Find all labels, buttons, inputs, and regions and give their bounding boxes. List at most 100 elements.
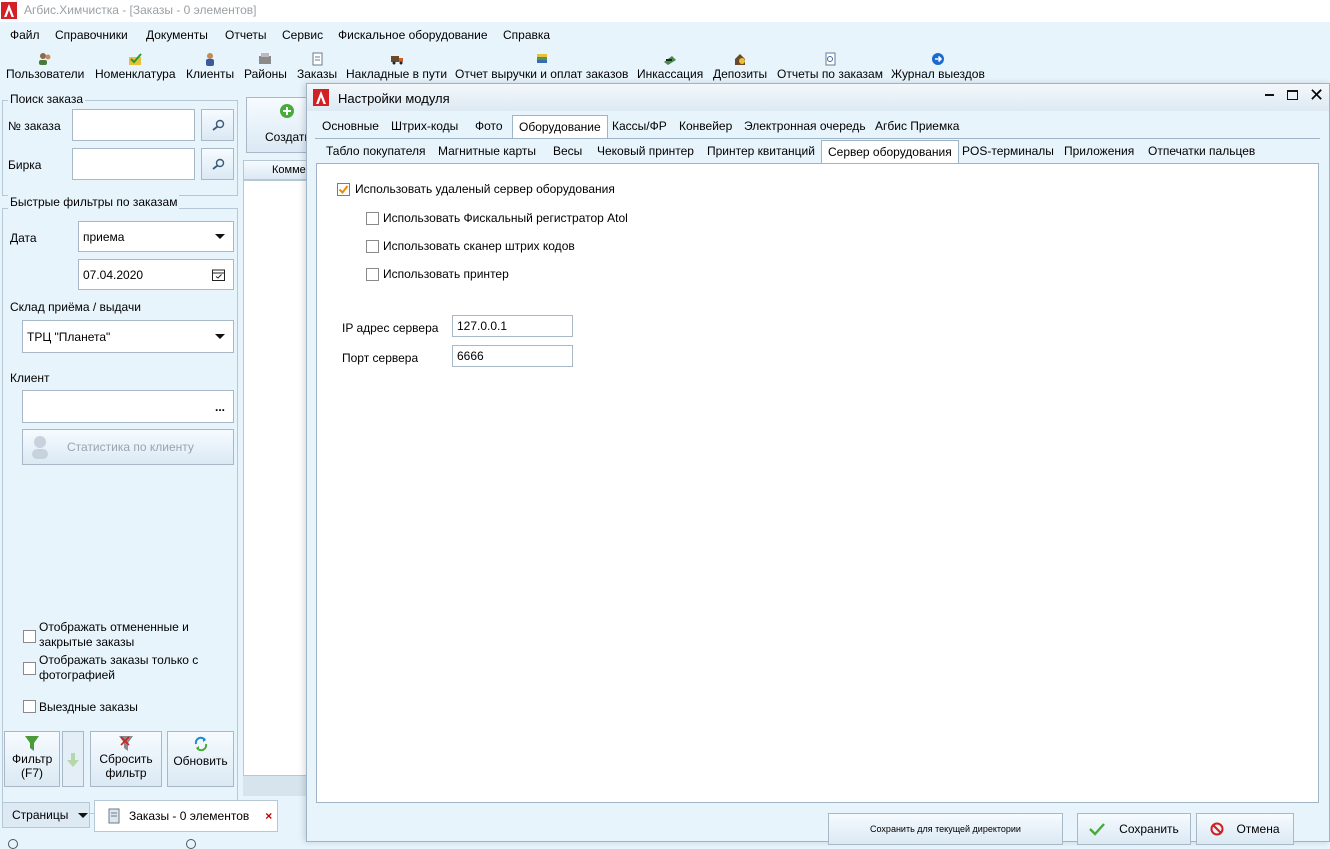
client-more-button[interactable]: ... xyxy=(215,400,225,414)
close-icon[interactable]: ✕ xyxy=(1309,86,1324,104)
tab-agbis-reception[interactable]: Агбис Приемка xyxy=(875,119,959,133)
use-printer-checkbox[interactable] xyxy=(366,268,379,281)
toolbar-revenue-report-button[interactable]: Отчет выручки и оплат заказов xyxy=(455,48,628,86)
deposit-icon xyxy=(735,54,746,65)
toolbar-clients-button[interactable]: Клиенты xyxy=(186,48,234,86)
window-title: Агбис.Химчистка - [Заказы - 0 элементов] xyxy=(24,3,257,17)
toolbar-nomenclature-button[interactable]: Номенклатура xyxy=(95,48,176,86)
checkmark-icon xyxy=(1089,823,1106,836)
tab-photo[interactable]: Фото xyxy=(475,119,503,133)
use-scanner-checkbox[interactable] xyxy=(366,240,379,253)
chevron-down-icon xyxy=(78,812,89,818)
show-cancelled-label: Отображать отмененные и закрытые заказы xyxy=(39,620,189,649)
warehouse-select[interactable]: ТРЦ "Планета" xyxy=(22,320,234,353)
app-logo-icon xyxy=(313,89,329,106)
save-for-directory-button[interactable]: Сохранить для текущей директории xyxy=(828,813,1063,845)
tab-customer-display[interactable]: Табло покупателя xyxy=(326,144,426,158)
minimize-icon[interactable] xyxy=(1265,94,1274,96)
filter-down-button[interactable] xyxy=(62,731,84,787)
app-logo-icon xyxy=(1,2,17,19)
tab-electronic-queue[interactable]: Электронная очередь xyxy=(744,119,866,133)
tab-magnetic-cards[interactable]: Магнитные карты xyxy=(438,144,536,158)
tab-equipment-server[interactable]: Сервер оборудования xyxy=(821,140,959,164)
date-mode-select[interactable]: приема xyxy=(78,221,234,252)
funnel-icon xyxy=(25,736,39,751)
toolbar-orders-button[interactable]: Заказы xyxy=(297,48,337,86)
menu-service[interactable]: Сервис xyxy=(282,28,323,42)
grid-footer xyxy=(243,776,307,796)
toolbar-waybills-button[interactable]: Накладные в пути xyxy=(346,48,447,86)
tab-receipt-printer[interactable]: Чековый принтер xyxy=(597,144,694,158)
save-button[interactable]: Сохранить xyxy=(1077,813,1191,845)
use-remote-server-checkbox[interactable] xyxy=(337,183,350,196)
pages-dropdown[interactable]: Страницы xyxy=(2,802,90,828)
orders-list-area: Создать Комме xyxy=(243,88,311,798)
radio-option[interactable] xyxy=(186,839,196,849)
tag-search-button[interactable] xyxy=(201,148,234,180)
money-report-icon xyxy=(536,54,547,63)
menu-references[interactable]: Справочники xyxy=(55,28,128,42)
tab-cash-fr[interactable]: Кассы/ФР xyxy=(612,119,667,133)
server-port-input[interactable]: 6666 xyxy=(452,345,573,367)
tag-input[interactable] xyxy=(72,148,195,180)
order-number-input[interactable] xyxy=(72,109,195,141)
arrow-down-icon xyxy=(67,753,79,767)
field-orders-checkbox[interactable] xyxy=(23,700,36,713)
column-header-comment[interactable]: Комме xyxy=(243,160,307,180)
tab-orders[interactable]: Заказы - 0 элементов × xyxy=(94,800,278,832)
tab-fingerprints[interactable]: Отпечатки пальцев xyxy=(1148,144,1255,158)
quick-filters-title: Быстрые фильтры по заказам xyxy=(8,195,180,209)
nomenclature-icon xyxy=(129,53,143,65)
field-orders-label: Выездные заказы xyxy=(39,700,138,714)
server-ip-input[interactable]: 127.0.0.1 xyxy=(452,315,573,337)
menu-help[interactable]: Справка xyxy=(503,28,550,42)
maximize-icon[interactable] xyxy=(1287,90,1298,100)
tab-pos-terminals[interactable]: POS-терминалы xyxy=(962,144,1054,158)
create-order-button[interactable]: Создать xyxy=(246,97,311,153)
client-input[interactable]: ... xyxy=(22,390,234,423)
toolbar: Пользователи Номенклатура Клиенты Районы… xyxy=(0,48,1330,86)
orders-icon xyxy=(312,52,323,66)
tab-barcodes[interactable]: Штрих-коды xyxy=(391,119,458,133)
cancel-button[interactable]: Отмена xyxy=(1196,813,1294,845)
reset-filter-button[interactable]: Сбросить фильтр xyxy=(90,731,162,787)
server-ip-label: IP адрес сервера xyxy=(342,321,439,335)
search-icon xyxy=(211,158,224,170)
menu-reports[interactable]: Отчеты xyxy=(225,28,266,42)
menu-fiscal[interactable]: Фискальное оборудование xyxy=(338,28,488,42)
menu-file[interactable]: Файл xyxy=(10,28,40,42)
order-number-search-button[interactable] xyxy=(201,109,234,141)
toolbar-collection-button[interactable]: Инкассация xyxy=(637,48,703,86)
refresh-button[interactable]: Обновить xyxy=(167,731,234,787)
client-stats-button[interactable]: Статистика по клиенту xyxy=(22,429,234,465)
collection-icon xyxy=(664,56,677,65)
tab-basic[interactable]: Основные xyxy=(322,119,379,133)
close-tab-icon[interactable]: × xyxy=(265,809,272,823)
show-cancelled-checkbox[interactable] xyxy=(23,630,36,643)
filter-button[interactable]: Фильтр (F7) xyxy=(4,731,60,787)
toolbar-trips-journal-button[interactable]: Журнал выездов xyxy=(891,48,985,86)
toolbar-order-reports-button[interactable]: Отчеты по заказам xyxy=(777,48,883,86)
order-number-label: № заказа xyxy=(8,119,61,133)
toolbar-districts-button[interactable]: Районы xyxy=(244,48,287,86)
client-label: Клиент xyxy=(10,371,50,385)
photo-only-checkbox[interactable] xyxy=(23,662,36,675)
quick-filters-group xyxy=(2,208,238,814)
equipment-server-panel: Использовать удаленый сервер оборудовани… xyxy=(316,163,1319,803)
tab-scales[interactable]: Весы xyxy=(553,144,582,158)
toolbar-deposits-button[interactable]: Депозиты xyxy=(713,48,767,86)
toolbar-users-button[interactable]: Пользователи xyxy=(6,48,84,86)
chevron-down-icon xyxy=(215,234,225,239)
use-atol-checkbox[interactable] xyxy=(366,212,379,225)
date-picker[interactable]: 07.04.2020 xyxy=(78,259,234,290)
tab-invoice-printer[interactable]: Принтер квитанций xyxy=(707,144,815,158)
tab-applications[interactable]: Приложения xyxy=(1064,144,1134,158)
calendar-icon xyxy=(212,269,225,281)
window-titlebar: Агбис.Химчистка - [Заказы - 0 элементов] xyxy=(0,0,1330,22)
radio-option[interactable] xyxy=(8,839,18,849)
dialog-titlebar: Настройки модуля ✕ xyxy=(307,84,1329,111)
tabs-divider xyxy=(315,138,1320,139)
tab-equipment[interactable]: Оборудование xyxy=(512,115,608,139)
menu-documents[interactable]: Документы xyxy=(146,28,208,42)
tab-conveyor[interactable]: Конвейер xyxy=(679,119,732,133)
